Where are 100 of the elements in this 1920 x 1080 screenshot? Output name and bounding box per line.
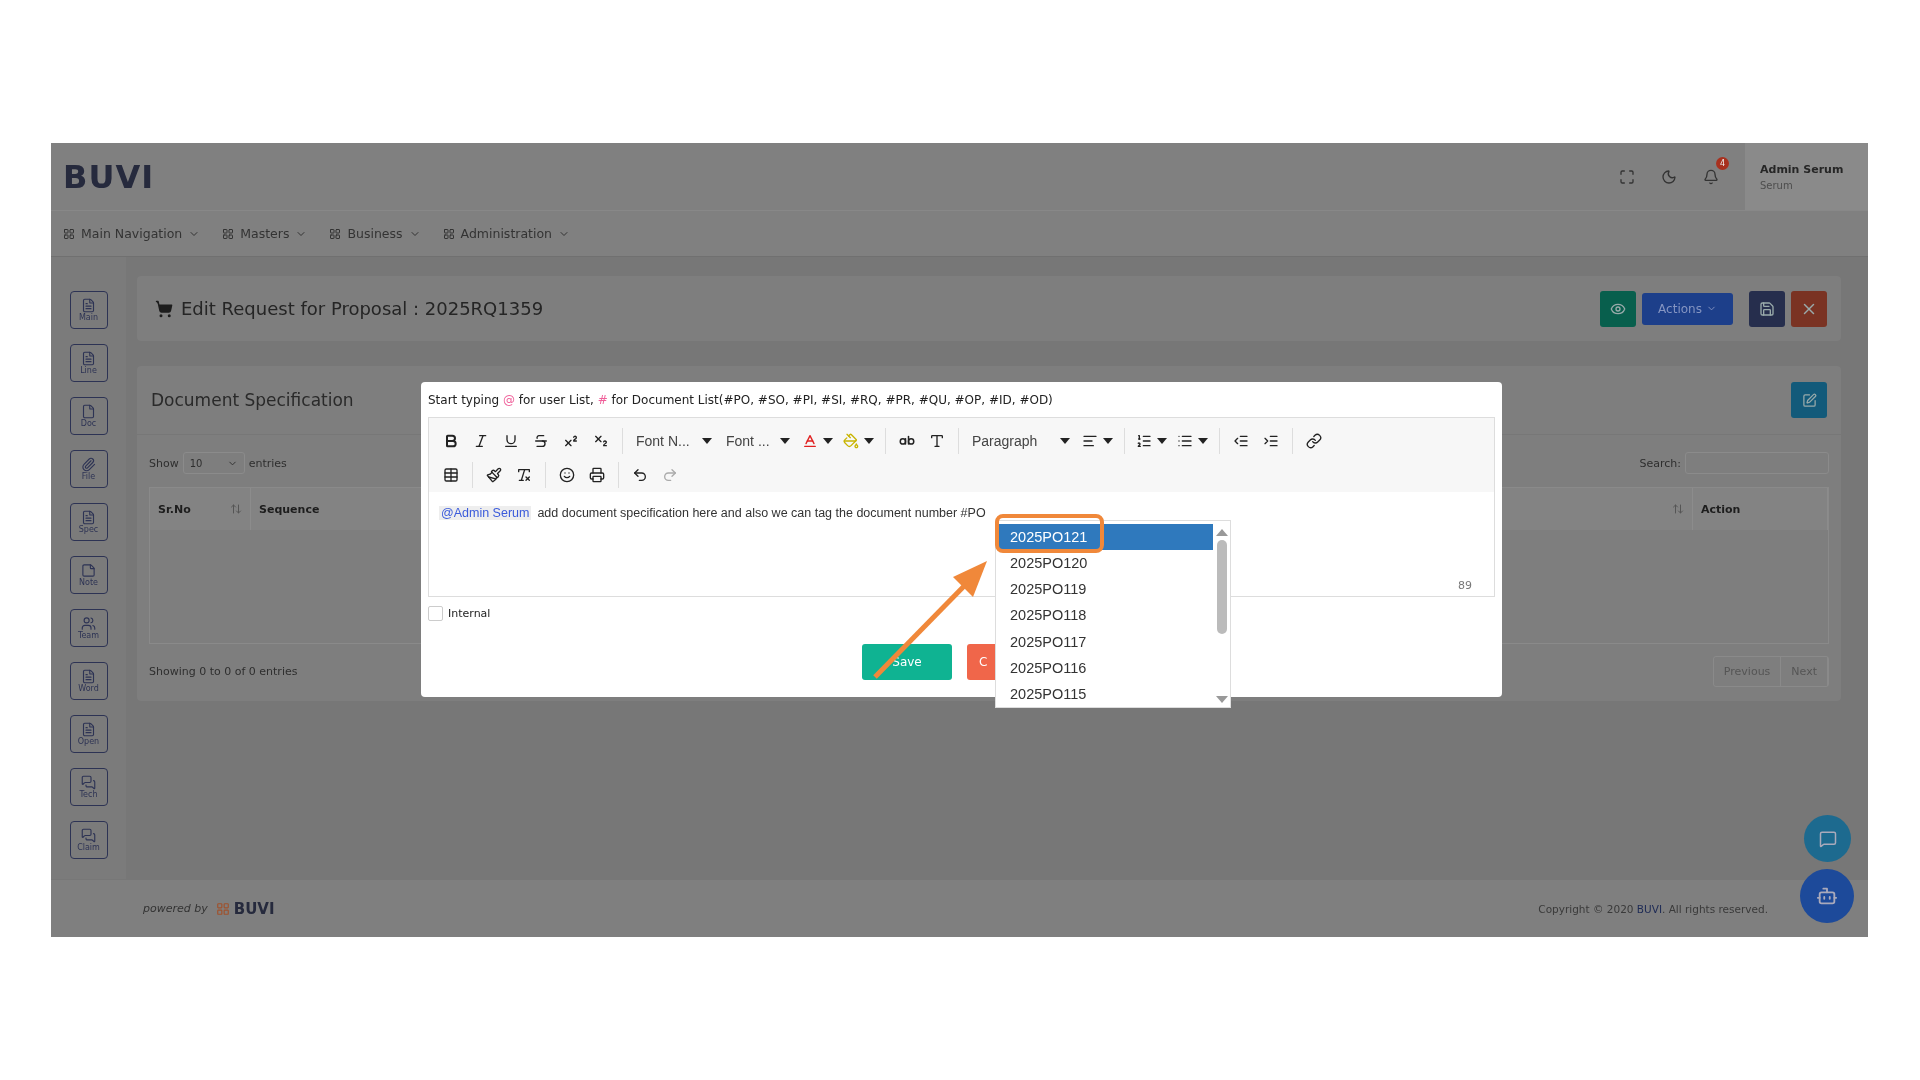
sort-icon (1672, 503, 1684, 515)
column-header[interactable]: Action (1701, 502, 1741, 516)
strikethrough-icon (533, 433, 549, 449)
bullet-list-icon (1177, 433, 1193, 449)
robot-icon (1816, 885, 1838, 907)
document-icon (81, 298, 96, 313)
outdent-icon (1233, 433, 1249, 449)
bold-icon (443, 433, 459, 449)
link-icon (1306, 433, 1322, 449)
edit-icon (1801, 392, 1817, 408)
indent-icon (1263, 433, 1279, 449)
nav-menu-item[interactable]: Main Navigation (81, 226, 183, 241)
sidebar-button[interactable]: Claim (69, 821, 108, 859)
bell-icon[interactable] (1703, 168, 1719, 185)
character-count: 89 (1458, 579, 1472, 592)
nav-menu-item[interactable]: Masters (240, 226, 290, 241)
user-name: Admin Serum (1760, 162, 1845, 176)
caret-icon (1198, 438, 1208, 444)
type-icon (929, 433, 945, 449)
text-color-icon (802, 433, 818, 449)
suggestion-item[interactable]: 2025PO118 (998, 602, 1213, 629)
notification-badge: 4 (1715, 156, 1729, 170)
clear-format-icon (516, 467, 532, 483)
moon-icon[interactable] (1661, 168, 1677, 185)
caret-icon (1103, 438, 1113, 444)
logo: BUVI (63, 157, 155, 196)
redo-icon (662, 467, 678, 483)
document-icon (81, 351, 96, 366)
paperclip-icon (81, 457, 96, 472)
sidebar-button[interactable]: Doc (69, 397, 108, 435)
show-label: Show (149, 456, 179, 470)
caret-icon (780, 438, 790, 444)
logo-mark-icon (215, 901, 230, 916)
underline-icon (503, 433, 519, 449)
smiley-icon (559, 467, 575, 483)
footer-logo: BUVI (233, 899, 275, 918)
caret-icon (823, 438, 833, 444)
font-name-select[interactable]: Font N... (630, 427, 718, 455)
page-icon (81, 404, 96, 419)
column-header[interactable]: Sequence (259, 502, 320, 516)
print-icon (589, 467, 605, 483)
table-info: Showing 0 to 0 of 0 entries (149, 665, 298, 678)
note-icon (81, 563, 96, 578)
suggestion-item[interactable]: 2025PO117 (998, 628, 1213, 655)
block-format-select[interactable]: Paragraph (966, 427, 1076, 455)
user-role: Serum (1760, 179, 1794, 191)
column-header[interactable]: Sr.No (158, 502, 191, 516)
chat-button[interactable] (1804, 815, 1851, 862)
suggestion-item[interactable]: 2025PO121 (998, 524, 1213, 551)
document-icon (81, 722, 96, 737)
sidebar-button[interactable]: File (69, 450, 108, 488)
chat-icon (1818, 829, 1837, 848)
search-label: Search: (1639, 456, 1681, 470)
sidebar-button[interactable]: Tech (69, 768, 108, 806)
card-title: Document Specification (151, 390, 354, 410)
sort-icon (230, 503, 242, 515)
suggestion-item[interactable]: 2025PO120 (998, 550, 1213, 577)
sidebar-button[interactable]: Word (69, 662, 108, 700)
user-menu[interactable]: Admin Serum Serum (1745, 143, 1868, 210)
suggestion-item[interactable]: 2025PO119 (998, 576, 1213, 603)
grid-icon (222, 227, 235, 240)
sidebar-button[interactable]: Team (69, 609, 108, 647)
font-size-select[interactable]: Font ... (720, 427, 796, 455)
nav-menu-item[interactable]: Administration (460, 226, 553, 241)
entries-label: entries (248, 456, 287, 470)
sidebar-button[interactable]: Main (69, 291, 108, 329)
suggestion-item[interactable]: 2025PO115 (998, 680, 1213, 707)
table-icon (443, 467, 459, 483)
grid-icon (329, 227, 342, 240)
chat-icon (81, 775, 96, 790)
sidebar-button[interactable]: Spec (69, 503, 108, 541)
editor-hint: Start typing @ for user List, # for Document List(#PO, #SO, #PI, #SI, #RQ, #PR, #QU, #OP, #ID, #OD) (428, 393, 1054, 409)
page-size-select[interactable]: 10 (182, 452, 245, 474)
people-icon (81, 616, 96, 631)
copyright-text: Copyright © 2020 BUVI. All rights reserved. (1538, 902, 1768, 915)
editor-text[interactable]: @Admin Serum add document specification here and also we can tag the document number #PO (439, 506, 986, 520)
subscript-icon (593, 433, 609, 449)
actions-button[interactable]: Actions (1642, 292, 1733, 325)
numbered-list-icon (1136, 433, 1152, 449)
chat-icon (81, 828, 96, 843)
align-left-icon (1082, 433, 1098, 449)
nav-menu-item[interactable]: Business (347, 226, 403, 241)
sidebar-button[interactable]: Note (69, 556, 108, 594)
document-icon (81, 669, 96, 684)
sidebar-button[interactable]: Open (69, 715, 108, 753)
powered-by-text: powered by (143, 902, 208, 915)
sidebar-button[interactable]: Line (69, 344, 108, 382)
superscript-icon (563, 433, 579, 449)
preview-button[interactable] (1600, 290, 1636, 327)
cart-icon (155, 299, 173, 318)
paint-bucket-icon (843, 433, 859, 449)
caret-icon (702, 438, 712, 444)
internal-checkbox[interactable] (428, 606, 443, 621)
grid-icon (63, 227, 75, 240)
save-button[interactable] (1749, 290, 1785, 327)
fullscreen-icon[interactable] (1619, 168, 1635, 185)
brush-icon (486, 467, 502, 483)
suggestion-item[interactable]: 2025PO116 (998, 654, 1213, 681)
italic-icon (473, 433, 489, 449)
caret-icon (1157, 438, 1167, 444)
